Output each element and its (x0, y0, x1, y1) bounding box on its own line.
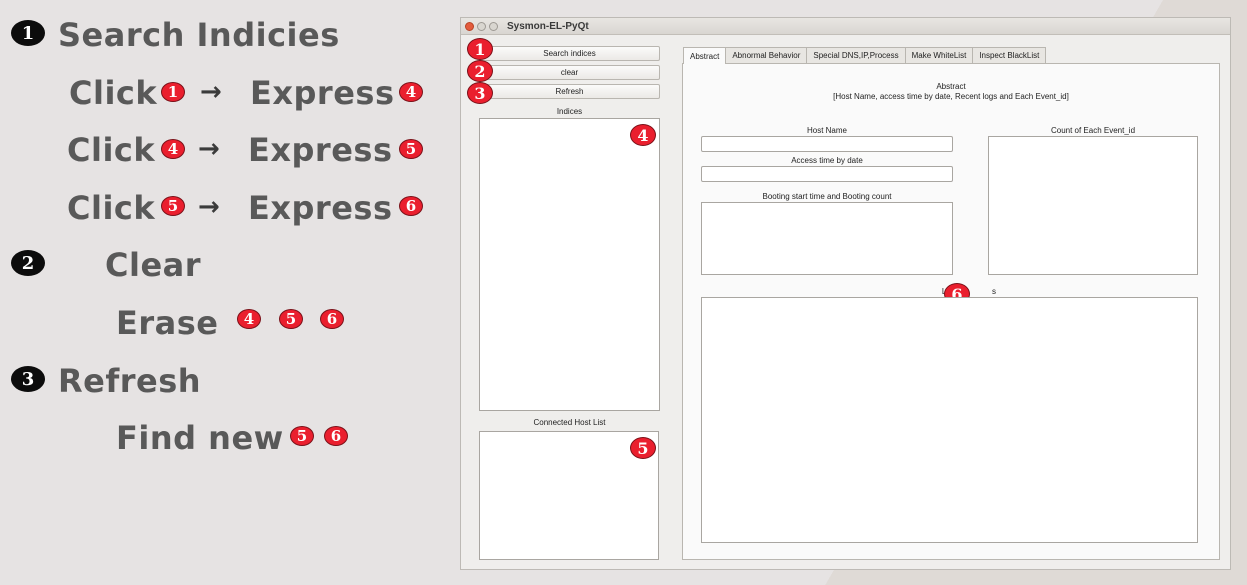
marker-badge-refresh: 3 (467, 82, 493, 104)
maximize-icon[interactable] (489, 21, 498, 31)
step3-title: Refresh (58, 362, 202, 400)
step1-line3-express: Express (248, 189, 393, 227)
app-window: Sysmon-EL-PyQt Search indices clear Refr… (460, 17, 1231, 570)
tab-abstract[interactable]: Abstract (683, 47, 727, 64)
step1-bullet: 1 (11, 20, 45, 46)
step1-line1-express: Express (250, 74, 395, 112)
marker-badge-indices: 4 (630, 124, 656, 146)
search-indices-button[interactable]: Search indices (479, 46, 660, 61)
marker-badge-hosts: 5 (630, 437, 656, 459)
step3-sub: Find new (116, 419, 284, 457)
close-icon[interactable] (465, 21, 474, 31)
step1-line3-click: Click (67, 189, 156, 227)
booting-info-box[interactable] (701, 202, 953, 275)
step1-line2-from-badge: 4 (161, 139, 185, 159)
indices-label: Indices (556, 107, 583, 116)
step1-line3-to-badge: 6 (399, 196, 423, 216)
marker-badge-clear: 2 (467, 60, 493, 82)
tab-inspect-blacklist[interactable]: Inspect BlackList (972, 47, 1047, 63)
step1-line2-arrow: → (198, 134, 220, 164)
window-title: Sysmon-EL-PyQt (507, 20, 589, 32)
step1-title: Search Indicies (58, 16, 340, 54)
step1-line3-arrow: → (198, 192, 220, 222)
abstract-heading: Abstract (936, 82, 966, 91)
step2-sub: Erase (116, 304, 219, 342)
step2-target-badge-4: 4 (237, 309, 261, 329)
step3-target-badge-5: 5 (290, 426, 314, 446)
step1-line3-from-badge: 5 (161, 196, 185, 216)
last-logs-box[interactable] (701, 297, 1198, 543)
access-time-field[interactable] (701, 166, 953, 182)
event-count-label: Count of Each Event_id (1050, 126, 1136, 135)
step2-target-badge-5: 5 (279, 309, 303, 329)
host-name-field[interactable] (701, 136, 953, 152)
last-logs-label-right: s (992, 287, 996, 296)
step1-line1-arrow: → (200, 77, 222, 107)
step2-bullet: 2 (11, 250, 45, 276)
step1-line1-click: Click (69, 74, 158, 112)
title-bar: Sysmon-EL-PyQt (461, 18, 1230, 35)
tab-bar: Abstract Abnormal Behavior Special DNS,I… (683, 47, 1047, 64)
connected-host-list-label: Connected Host List (533, 418, 606, 427)
marker-badge-search: 1 (467, 38, 493, 60)
step2-title: Clear (105, 246, 202, 284)
booting-label: Booting start time and Booting count (762, 192, 892, 201)
event-count-box[interactable] (988, 136, 1198, 275)
step1-line2-click: Click (67, 131, 156, 169)
tab-special-dns-ip-process[interactable]: Special DNS,IP,Process (806, 47, 906, 63)
abstract-tab-pane: Abstract [Host Name, access time by date… (682, 63, 1220, 560)
step1-line2-to-badge: 5 (399, 139, 423, 159)
tab-make-whitelist[interactable]: Make WhiteList (904, 47, 974, 63)
abstract-subheading: [Host Name, access time by date, Recent … (833, 92, 1069, 101)
step1-line1-to-badge: 4 (399, 82, 423, 102)
access-time-label: Access time by date (791, 156, 863, 165)
refresh-button[interactable]: Refresh (479, 84, 660, 99)
step3-bullet: 3 (11, 366, 45, 392)
minimize-icon[interactable] (477, 21, 486, 31)
indices-list[interactable] (479, 118, 660, 411)
step1-line1-from-badge: 1 (161, 82, 185, 102)
step2-target-badge-6: 6 (320, 309, 344, 329)
host-name-label: Host Name (806, 126, 847, 135)
tab-abnormal-behavior[interactable]: Abnormal Behavior (725, 47, 808, 63)
step1-line2-express: Express (248, 131, 393, 169)
clear-button[interactable]: clear (479, 65, 660, 80)
step3-target-badge-6: 6 (324, 426, 348, 446)
